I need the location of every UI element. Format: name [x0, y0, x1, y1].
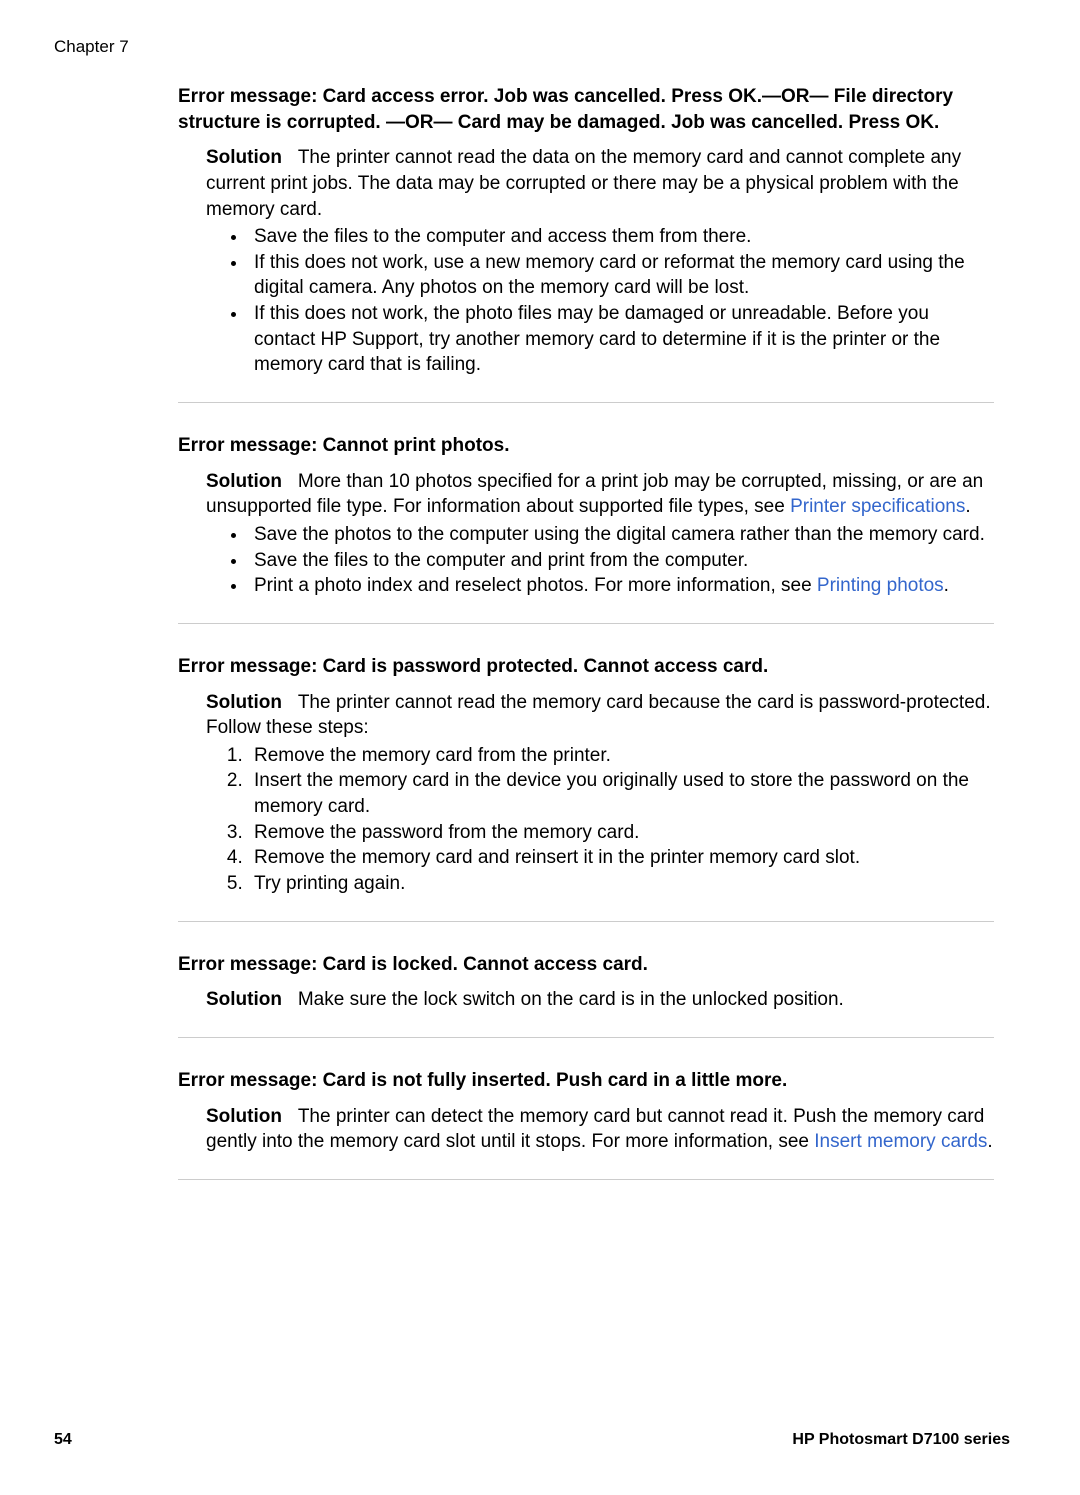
list-item: Print a photo index and reselect photos.…: [248, 573, 994, 599]
solution-paragraph: Solution More than 10 photos specified f…: [206, 469, 994, 520]
list-item-post: .: [944, 575, 949, 596]
error-section-cannot-print: Error message: Cannot print photos. Solu…: [178, 433, 994, 624]
solution-block: Solution The printer cannot read the mem…: [178, 686, 994, 897]
solution-label: Solution: [206, 147, 282, 168]
solution-paragraph: Solution Make sure the lock switch on th…: [206, 987, 994, 1013]
bullet-list: Save the files to the computer and acces…: [206, 224, 994, 378]
solution-paragraph: Solution The printer can detect the memo…: [206, 1104, 994, 1155]
printer-specs-link[interactable]: Printer specifications: [790, 496, 965, 517]
solution-text-post: .: [965, 496, 970, 517]
solution-label: Solution: [206, 1106, 282, 1127]
error-section-password-protected: Error message: Card is password protecte…: [178, 654, 994, 922]
list-item-pre: Print a photo index and reselect photos.…: [254, 575, 817, 596]
list-item: Insert the memory card in the device you…: [248, 768, 994, 819]
numbered-list: Remove the memory card from the printer.…: [206, 743, 994, 897]
list-item: Save the files to the computer and acces…: [248, 224, 994, 250]
error-heading: Error message: Card is not fully inserte…: [178, 1068, 994, 1094]
solution-text: The printer cannot read the data on the …: [206, 147, 961, 219]
content-area: Error message: Card access error. Job wa…: [178, 84, 994, 1210]
error-section-card-access: Error message: Card access error. Job wa…: [178, 84, 994, 403]
solution-label: Solution: [206, 989, 282, 1010]
solution-block: Solution Make sure the lock switch on th…: [178, 983, 994, 1013]
list-item: Remove the password from the memory card…: [248, 820, 994, 846]
list-item: Save the files to the computer and print…: [248, 548, 994, 574]
list-item: If this does not work, the photo files m…: [248, 301, 994, 378]
printing-photos-link[interactable]: Printing photos: [817, 575, 944, 596]
page-number: 54: [54, 1429, 72, 1451]
solution-text: Make sure the lock switch on the card is…: [298, 989, 844, 1010]
chapter-label: Chapter 7: [54, 36, 129, 59]
list-item: Remove the memory card and reinsert it i…: [248, 845, 994, 871]
solution-label: Solution: [206, 692, 282, 713]
error-heading: Error message: Card access error. Job wa…: [178, 84, 994, 135]
list-item: Save the photos to the computer using th…: [248, 522, 994, 548]
list-item: Try printing again.: [248, 871, 994, 897]
solution-label: Solution: [206, 471, 282, 492]
bullet-list: Save the photos to the computer using th…: [206, 522, 994, 599]
solution-paragraph: Solution The printer cannot read the mem…: [206, 690, 994, 741]
solution-block: Solution More than 10 photos specified f…: [178, 465, 994, 599]
solution-text-post: .: [987, 1131, 992, 1152]
solution-block: Solution The printer can detect the memo…: [178, 1100, 994, 1155]
error-section-card-locked: Error message: Card is locked. Cannot ac…: [178, 952, 994, 1038]
footer-title: HP Photosmart D7100 series: [792, 1429, 1010, 1451]
solution-text: The printer cannot read the memory card …: [206, 692, 991, 739]
insert-memory-cards-link[interactable]: Insert memory cards: [814, 1131, 987, 1152]
solution-paragraph: Solution The printer cannot read the dat…: [206, 145, 994, 222]
solution-block: Solution The printer cannot read the dat…: [178, 141, 994, 378]
error-heading: Error message: Card is password protecte…: [178, 654, 994, 680]
error-heading: Error message: Card is locked. Cannot ac…: [178, 952, 994, 978]
error-heading: Error message: Cannot print photos.: [178, 433, 994, 459]
list-item: Remove the memory card from the printer.: [248, 743, 994, 769]
error-section-not-inserted: Error message: Card is not fully inserte…: [178, 1068, 994, 1180]
list-item: If this does not work, use a new memory …: [248, 250, 994, 301]
